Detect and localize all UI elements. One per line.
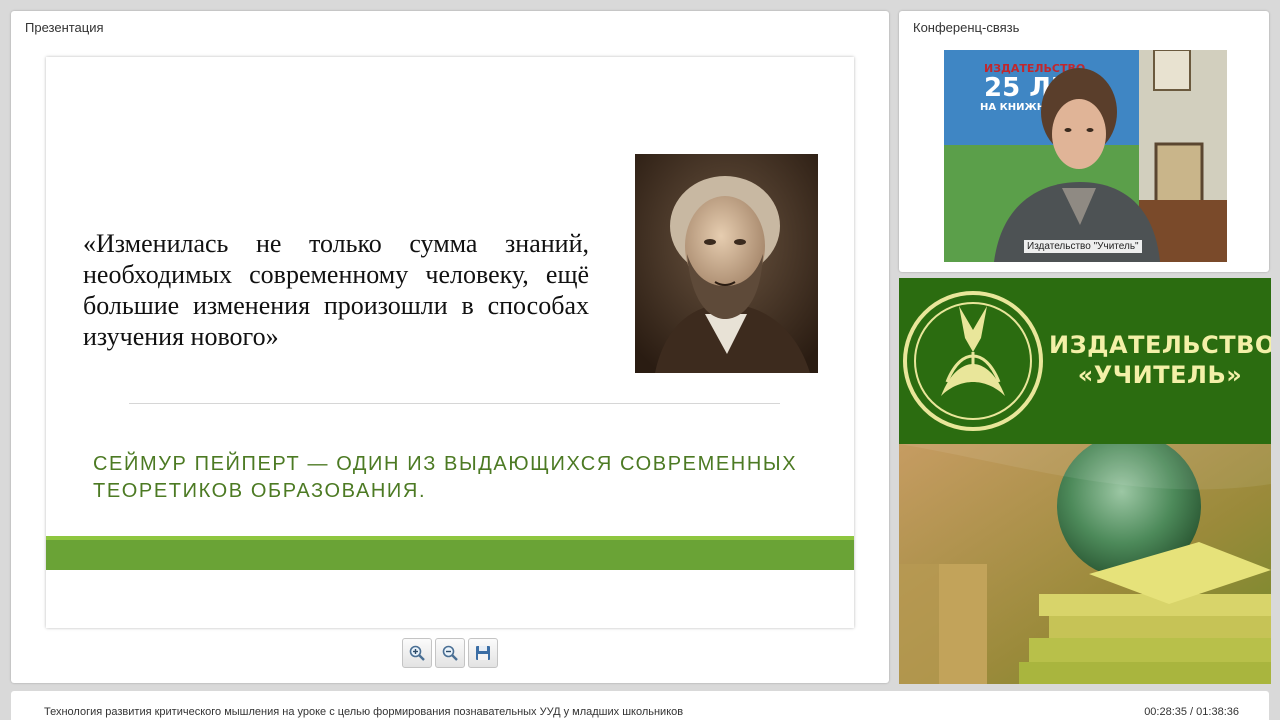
save-button[interactable]: [468, 638, 498, 668]
video-scene: ИЗДАТЕЛЬСТВО 25 ЛЕТ НА КНИЖНО: [944, 50, 1227, 262]
video-feed[interactable]: ИЗДАТЕЛЬСТВО 25 ЛЕТ НА КНИЖНО Издательст…: [944, 50, 1227, 262]
slide-quote: «Изменилась не только сумма знаний, необ…: [83, 229, 589, 351]
conference-panel: Конференц-связь ИЗДАТЕЛЬСТВО 25 ЛЕТ НА К…: [899, 11, 1269, 272]
playback-time: 00:28:35 / 01:38:36: [1144, 706, 1239, 718]
publisher-name-line1: ИЗДАТЕЛЬСТВО: [1049, 331, 1271, 359]
slide-caption: СЕЙМУР ПЕЙПЕРТ — ОДИН ИЗ ВЫДАЮЩИХСЯ СОВР…: [93, 453, 798, 502]
publisher-name: ИЗДАТЕЛЬСТВО «УЧИТЕЛЬ»: [1049, 330, 1271, 390]
participant-label: Издательство "Учитель": [1024, 240, 1142, 253]
slide-accent-stripe: [46, 540, 854, 570]
publisher-banner: ИЗДАТЕЛЬСТВО «УЧИТЕЛЬ»: [899, 278, 1271, 444]
zoom-in-button[interactable]: [402, 638, 432, 668]
lecture-title: Технология развития критического мышлени…: [44, 706, 684, 718]
portrait-illustration: [635, 154, 818, 373]
presentation-panel: Презентация «Изменилась не только сумма …: [11, 11, 889, 683]
portrait-photo: [635, 154, 818, 373]
zoom-in-icon: [409, 645, 425, 661]
zoom-out-button[interactable]: [435, 638, 465, 668]
bottom-bar: Технология развития критического мышлени…: [11, 691, 1269, 720]
slide-divider: [129, 403, 780, 404]
slide: «Изменилась не только сумма знаний, необ…: [46, 57, 854, 628]
conference-panel-title: Конференц-связь: [913, 20, 1020, 35]
presentation-panel-title: Презентация: [25, 20, 104, 35]
books-image: [899, 444, 1271, 684]
presentation-toolbar: [402, 638, 498, 668]
save-icon: [476, 646, 490, 660]
publisher-name-line2: «УЧИТЕЛЬ»: [1077, 361, 1243, 389]
zoom-out-icon: [442, 645, 458, 661]
books-illustration: [899, 444, 1271, 684]
